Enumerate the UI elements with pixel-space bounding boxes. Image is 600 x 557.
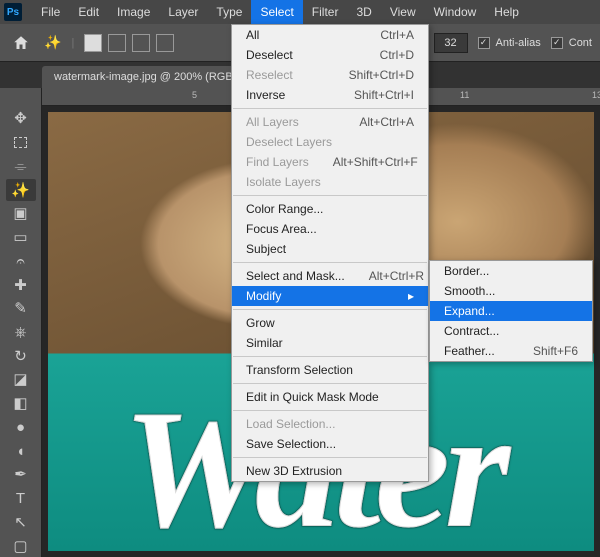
menu-separator [233,108,427,109]
selection-add-icon[interactable] [108,34,126,52]
stamp-tool[interactable]: ⎈ [6,322,36,344]
select-menu-dropdown: AllCtrl+A DeselectCtrl+D ReselectShift+C… [231,24,429,482]
type-tool[interactable]: T [6,488,36,510]
brush-tool[interactable]: ✎ [6,298,36,320]
menu-item-save-selection[interactable]: Save Selection... [232,434,428,454]
lasso-tool[interactable]: ⌯ [6,155,36,177]
frame-tool[interactable]: ▭ [6,227,36,249]
selection-new-icon[interactable] [84,34,102,52]
menu-item-new-3d-extrusion[interactable]: New 3D Extrusion [232,461,428,481]
menu-item-inverse[interactable]: InverseShift+Ctrl+I [232,85,428,105]
checkmark-icon [551,37,563,49]
menu-item-isolate-layers[interactable]: Isolate Layers [232,172,428,192]
menu-select[interactable]: Select [251,0,302,24]
menu-window[interactable]: Window [425,0,486,24]
menu-item-transform-selection[interactable]: Transform Selection [232,360,428,380]
magic-wand-tool[interactable]: ✨ [6,179,36,201]
pen-tool[interactable]: ✒ [6,464,36,486]
ruler-tick: 13 [592,90,600,100]
selection-mode-group [84,34,174,52]
menu-item-all-layers[interactable]: All LayersAlt+Ctrl+A [232,112,428,132]
menu-item-quick-mask[interactable]: Edit in Quick Mask Mode [232,387,428,407]
menu-item-find-layers[interactable]: Find LayersAlt+Shift+Ctrl+F [232,152,428,172]
menu-item-contract[interactable]: Contract... [430,321,592,341]
menu-item-all[interactable]: AllCtrl+A [232,25,428,45]
menu-item-grow[interactable]: Grow [232,313,428,333]
menu-item-similar[interactable]: Similar [232,333,428,353]
crop-tool[interactable]: ▣ [6,203,36,225]
menu-3d[interactable]: 3D [347,0,380,24]
menu-item-color-range[interactable]: Color Range... [232,199,428,219]
app-logo: Ps [4,3,22,21]
history-brush-tool[interactable]: ↻ [6,345,36,367]
menu-edit[interactable]: Edit [69,0,108,24]
dodge-tool[interactable]: ◖ [6,440,36,462]
ruler-tick: 11 [460,90,469,100]
menu-file[interactable]: File [32,0,69,24]
menu-item-deselect-layers[interactable]: Deselect Layers [232,132,428,152]
menu-bar: Ps File Edit Image Layer Type Select Fil… [0,0,600,24]
menu-separator [233,383,427,384]
toolbox: ✥ ⌯ ✨ ▣ ▭ 𝄐 ✚ ✎ ⎈ ↻ ◪ ◧ ● ◖ ✒ T ↖ ▢ [0,88,42,557]
antialias-checkbox[interactable]: Anti-alias [478,37,541,49]
blur-tool[interactable]: ● [6,417,36,439]
eyedropper-tool[interactable]: 𝄐 [6,250,36,272]
modify-submenu-dropdown: Border... Smooth... Expand... Contract..… [429,260,593,362]
menu-help[interactable]: Help [485,0,528,24]
menu-item-smooth[interactable]: Smooth... [430,281,592,301]
menu-item-border[interactable]: Border... [430,261,592,281]
menu-layer[interactable]: Layer [159,0,207,24]
shape-tool[interactable]: ▢ [6,535,36,557]
checkmark-icon [478,37,490,49]
home-button[interactable] [8,30,34,56]
selection-subtract-icon[interactable] [132,34,150,52]
eraser-tool[interactable]: ◪ [6,369,36,391]
contiguous-label: Cont [569,37,592,49]
menu-separator [233,262,427,263]
menu-item-reselect[interactable]: ReselectShift+Ctrl+D [232,65,428,85]
menu-item-feather[interactable]: Feather...Shift+F6 [430,341,592,361]
path-tool[interactable]: ↖ [6,511,36,533]
ruler-tick: 5 [192,90,197,100]
menu-image[interactable]: Image [108,0,159,24]
contiguous-checkbox[interactable]: Cont [551,37,592,49]
menu-item-focus-area[interactable]: Focus Area... [232,219,428,239]
antialias-label: Anti-alias [496,37,541,49]
menu-item-modify[interactable]: Modify▸ [232,286,428,306]
move-tool[interactable]: ✥ [6,108,36,130]
menu-filter[interactable]: Filter [303,0,348,24]
menu-item-expand[interactable]: Expand... [430,301,592,321]
menu-separator [233,356,427,357]
menu-separator [233,457,427,458]
submenu-arrow-icon: ▸ [408,289,414,303]
selection-intersect-icon[interactable] [156,34,174,52]
menu-item-deselect[interactable]: DeselectCtrl+D [232,45,428,65]
menu-item-load-selection[interactable]: Load Selection... [232,414,428,434]
menu-item-select-mask[interactable]: Select and Mask...Alt+Ctrl+R [232,266,428,286]
document-tab[interactable]: watermark-image.jpg @ 200% (RGB [42,66,245,88]
menu-item-subject[interactable]: Subject [232,239,428,259]
healing-tool[interactable]: ✚ [6,274,36,296]
tolerance-input[interactable] [434,33,468,53]
menu-separator [233,195,427,196]
menu-separator [233,309,427,310]
marquee-tool[interactable] [6,132,36,154]
magic-wand-icon: ✨ [44,34,61,51]
menu-view[interactable]: View [381,0,425,24]
menu-separator [233,410,427,411]
menu-type[interactable]: Type [207,0,251,24]
gradient-tool[interactable]: ◧ [6,393,36,415]
